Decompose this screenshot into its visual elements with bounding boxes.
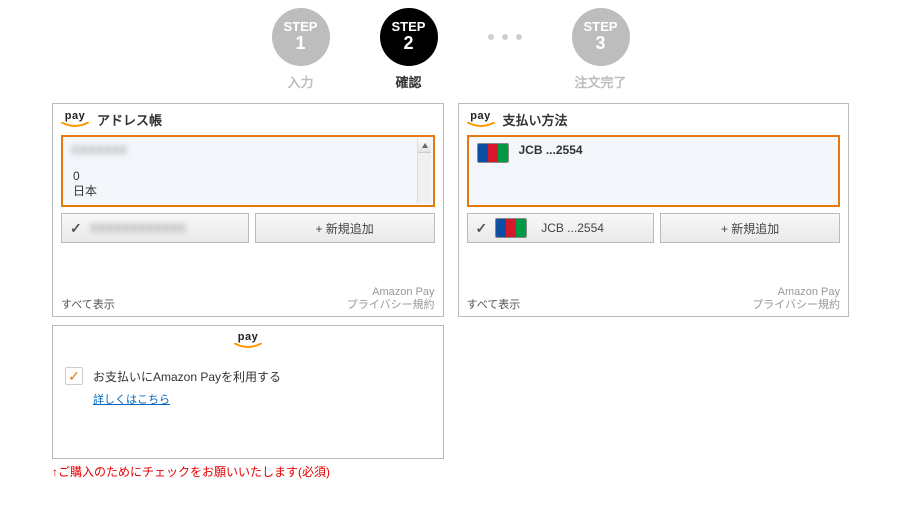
payment-title: 支払い方法	[503, 110, 568, 129]
selected-payment[interactable]: JCB ...2554	[467, 135, 841, 207]
amazon-pay-logo-icon: pay	[467, 111, 495, 128]
step-number: 3	[595, 33, 605, 55]
consent-checkbox[interactable]: ✓	[65, 367, 83, 385]
check-icon: ✓	[70, 220, 82, 237]
address-title: アドレス帳	[97, 110, 162, 129]
jcb-card-icon	[477, 143, 509, 163]
selected-payment-button[interactable]: ✓ JCB ...2554	[467, 213, 655, 243]
step-3: STEP3 注文完了	[572, 8, 630, 91]
amazon-pay-logo-icon: pay	[61, 111, 89, 128]
scrollbar[interactable]	[417, 139, 431, 203]
address-widget: pay アドレス帳 XXXXXXX 0 日本 ✓ XXXXXXXXXXXX + …	[52, 103, 444, 317]
card-label: JCB ...2554	[541, 221, 604, 235]
check-icon: ✓	[476, 220, 488, 237]
step-indicator: STEP1 入力 STEP2 確認 STEP3 注文完了	[0, 0, 901, 103]
check-icon: ✓	[68, 368, 80, 385]
step-2: STEP2 確認	[380, 8, 438, 91]
consent-widget: pay ✓ お支払いにAmazon Payを利用する 詳しくはこちら	[52, 325, 444, 459]
address-short: XXXXXXXXXXXX	[90, 221, 186, 235]
address-name: XXXXXXX	[71, 143, 425, 157]
step-label: 入力	[287, 72, 313, 91]
step-1: STEP1 入力	[272, 8, 330, 91]
step-dots	[488, 8, 522, 66]
add-address-button[interactable]: + 新規追加	[255, 213, 435, 243]
show-all-addresses-link[interactable]: すべて表示	[61, 296, 115, 312]
card-label: JCB ...2554	[519, 143, 583, 157]
amazon-pay-label: Amazon Pay	[778, 286, 840, 298]
step-label: 確認	[395, 72, 421, 91]
step-word: STEP	[392, 20, 426, 33]
step-label: 注文完了	[574, 72, 626, 91]
step-word: STEP	[284, 20, 318, 33]
consent-text: お支払いにAmazon Payを利用する	[93, 368, 281, 385]
privacy-link[interactable]: プライバシー規約	[347, 299, 435, 311]
address-country: 日本	[73, 182, 97, 199]
details-link[interactable]: 詳しくはこちら	[93, 391, 170, 407]
jcb-card-icon	[495, 218, 527, 238]
add-payment-button[interactable]: + 新規追加	[660, 213, 840, 243]
privacy-link[interactable]: プライバシー規約	[752, 299, 840, 311]
show-all-payments-link[interactable]: すべて表示	[467, 296, 521, 312]
step-number: 1	[295, 33, 305, 55]
selected-address[interactable]: XXXXXXX 0 日本	[61, 135, 435, 207]
amazon-pay-label: Amazon Pay	[372, 286, 434, 298]
selected-address-button[interactable]: ✓ XXXXXXXXXXXX	[61, 213, 249, 243]
step-number: 2	[403, 33, 413, 55]
address-line: 0	[73, 169, 80, 183]
warning-text: ↑ご購入のためにチェックをお願いいたします(必須)	[52, 463, 901, 480]
amazon-pay-logo-icon: pay	[61, 332, 435, 349]
payment-widget: pay 支払い方法 JCB ...2554 ✓ JCB ...2554 + 新規…	[458, 103, 850, 317]
step-word: STEP	[584, 20, 618, 33]
